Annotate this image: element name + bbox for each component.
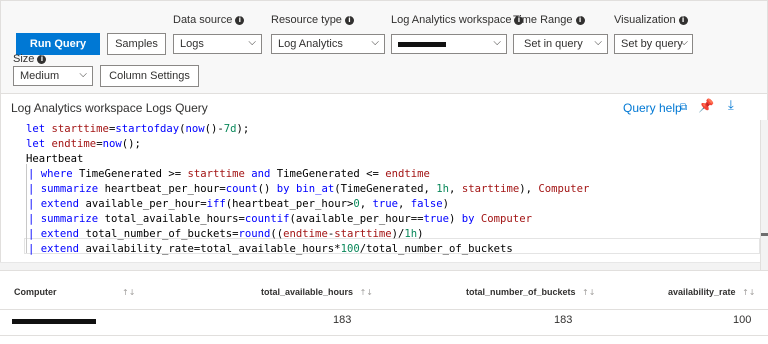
data-source-value: Logs <box>180 38 204 50</box>
data-source-dropdown[interactable]: Logs ⌵ <box>173 34 262 54</box>
download-icon[interactable]: ⤓ <box>728 98 734 113</box>
vertical-scrollbar[interactable] <box>760 120 768 270</box>
info-icon: i <box>678 15 688 25</box>
data-source-label-text: Data source <box>173 14 233 26</box>
code-line[interactable]: | where TimeGenerated >= starttime and T… <box>28 167 430 182</box>
column-header-label: availability_rate <box>668 287 736 297</box>
size-label: Size i <box>13 53 47 65</box>
chevron-down-icon: ⌵ <box>371 37 379 48</box>
code-line[interactable]: | extend total_number_of_buckets=round((… <box>28 227 424 242</box>
visualization-label: Visualization i <box>614 14 688 26</box>
visualization-dropdown[interactable]: Set by query ⌵ <box>614 34 693 54</box>
scrollbar-marker <box>761 233 768 236</box>
time-range-label: Time Range i <box>513 14 585 26</box>
cell-total-available-hours: 183 <box>333 314 352 326</box>
computer-cell-redacted <box>12 319 96 324</box>
column-header-total-number-of-buckets[interactable]: total_number_of_buckets ↑↓ <box>466 287 595 297</box>
column-header-label: total_available_hours <box>261 287 354 297</box>
size-value: Medium <box>20 70 60 82</box>
chevron-down-icon: ⌵ <box>680 37 688 48</box>
time-range-label-text: Time Range <box>513 14 573 26</box>
chevron-down-icon: ⌵ <box>493 37 501 48</box>
sort-icon: ↑↓ <box>359 288 373 297</box>
query-panel-title: Log Analytics workspace Logs Query <box>11 101 208 115</box>
time-range-value: Set in query <box>524 38 583 50</box>
chevron-down-icon: ⌵ <box>79 69 87 80</box>
workspace-dropdown[interactable]: ⌵ <box>391 34 507 54</box>
column-header-label: Computer <box>14 287 57 297</box>
resource-type-label: Resource type i <box>271 14 354 26</box>
code-line[interactable]: let endtime=now(); <box>26 137 141 152</box>
query-title-bar: Log Analytics workspace Logs Query Query… <box>0 94 768 120</box>
code-line[interactable]: Heartbeat <box>26 152 83 167</box>
code-line[interactable]: let starttime=startofday(now()-7d); <box>26 122 249 137</box>
horizontal-scrollbar[interactable] <box>0 262 760 270</box>
chevron-down-icon: ⌵ <box>248 37 256 48</box>
column-settings-button[interactable]: Column Settings <box>100 65 199 87</box>
time-range-dropdown[interactable]: Set in query ⌵ <box>513 34 608 54</box>
chevron-down-icon: ⌵ <box>594 37 602 48</box>
indent-guide <box>26 164 27 253</box>
code-line[interactable]: | extend available_per_hour=iff(heartbea… <box>28 197 449 212</box>
row-divider <box>0 335 768 336</box>
info-icon: i <box>235 15 245 25</box>
cell-availability-rate: 100 <box>733 314 752 326</box>
info-icon: i <box>37 54 47 64</box>
info-icon: i <box>575 15 585 25</box>
external-link-icon[interactable]: ⧉ <box>680 102 687 113</box>
workspace-label: Log Analytics workspace i <box>391 14 524 26</box>
query-help-link[interactable]: Query help <box>623 101 682 115</box>
data-source-label: Data source i <box>173 14 245 26</box>
resource-type-label-text: Resource type <box>271 14 342 26</box>
cell-total-number-of-buckets: 183 <box>554 314 573 326</box>
run-query-button[interactable]: Run Query <box>16 33 100 55</box>
workspace-redacted-value <box>398 41 446 47</box>
pin-icon[interactable]: 📌 <box>698 99 714 114</box>
workspace-label-text: Log Analytics workspace <box>391 14 512 26</box>
header-divider <box>0 309 768 310</box>
info-icon: i <box>344 15 354 25</box>
code-line[interactable]: | summarize heartbeat_per_hour=count() b… <box>28 182 589 197</box>
size-dropdown[interactable]: Medium ⌵ <box>13 66 93 86</box>
size-label-text: Size <box>13 53 35 65</box>
visualization-label-text: Visualization <box>614 14 676 26</box>
column-header-label: total_number_of_buckets <box>466 287 576 297</box>
column-header-computer[interactable]: Computer ↑↓ <box>14 287 135 297</box>
query-toolbar: Run Query Samples Data source i Logs ⌵ R… <box>0 0 768 94</box>
resource-type-value: Log Analytics <box>278 38 343 50</box>
code-line[interactable]: | summarize total_available_hours=counti… <box>28 212 532 227</box>
column-header-total-available-hours[interactable]: total_available_hours ↑↓ <box>261 287 373 297</box>
column-header-availability-rate[interactable]: availability_rate ↑↓ <box>668 287 755 297</box>
code-line[interactable]: | extend availability_rate=total_availab… <box>28 242 513 257</box>
samples-button[interactable]: Samples <box>107 33 166 55</box>
results-grid: Computer ↑↓ total_available_hours ↑↓ tot… <box>0 270 768 344</box>
sort-icon: ↑↓ <box>582 288 596 297</box>
resource-type-dropdown[interactable]: Log Analytics ⌵ <box>271 34 385 54</box>
sort-icon: ↑↓ <box>742 288 756 297</box>
sort-icon: ↑↓ <box>122 288 136 297</box>
visualization-value: Set by query <box>621 38 683 50</box>
